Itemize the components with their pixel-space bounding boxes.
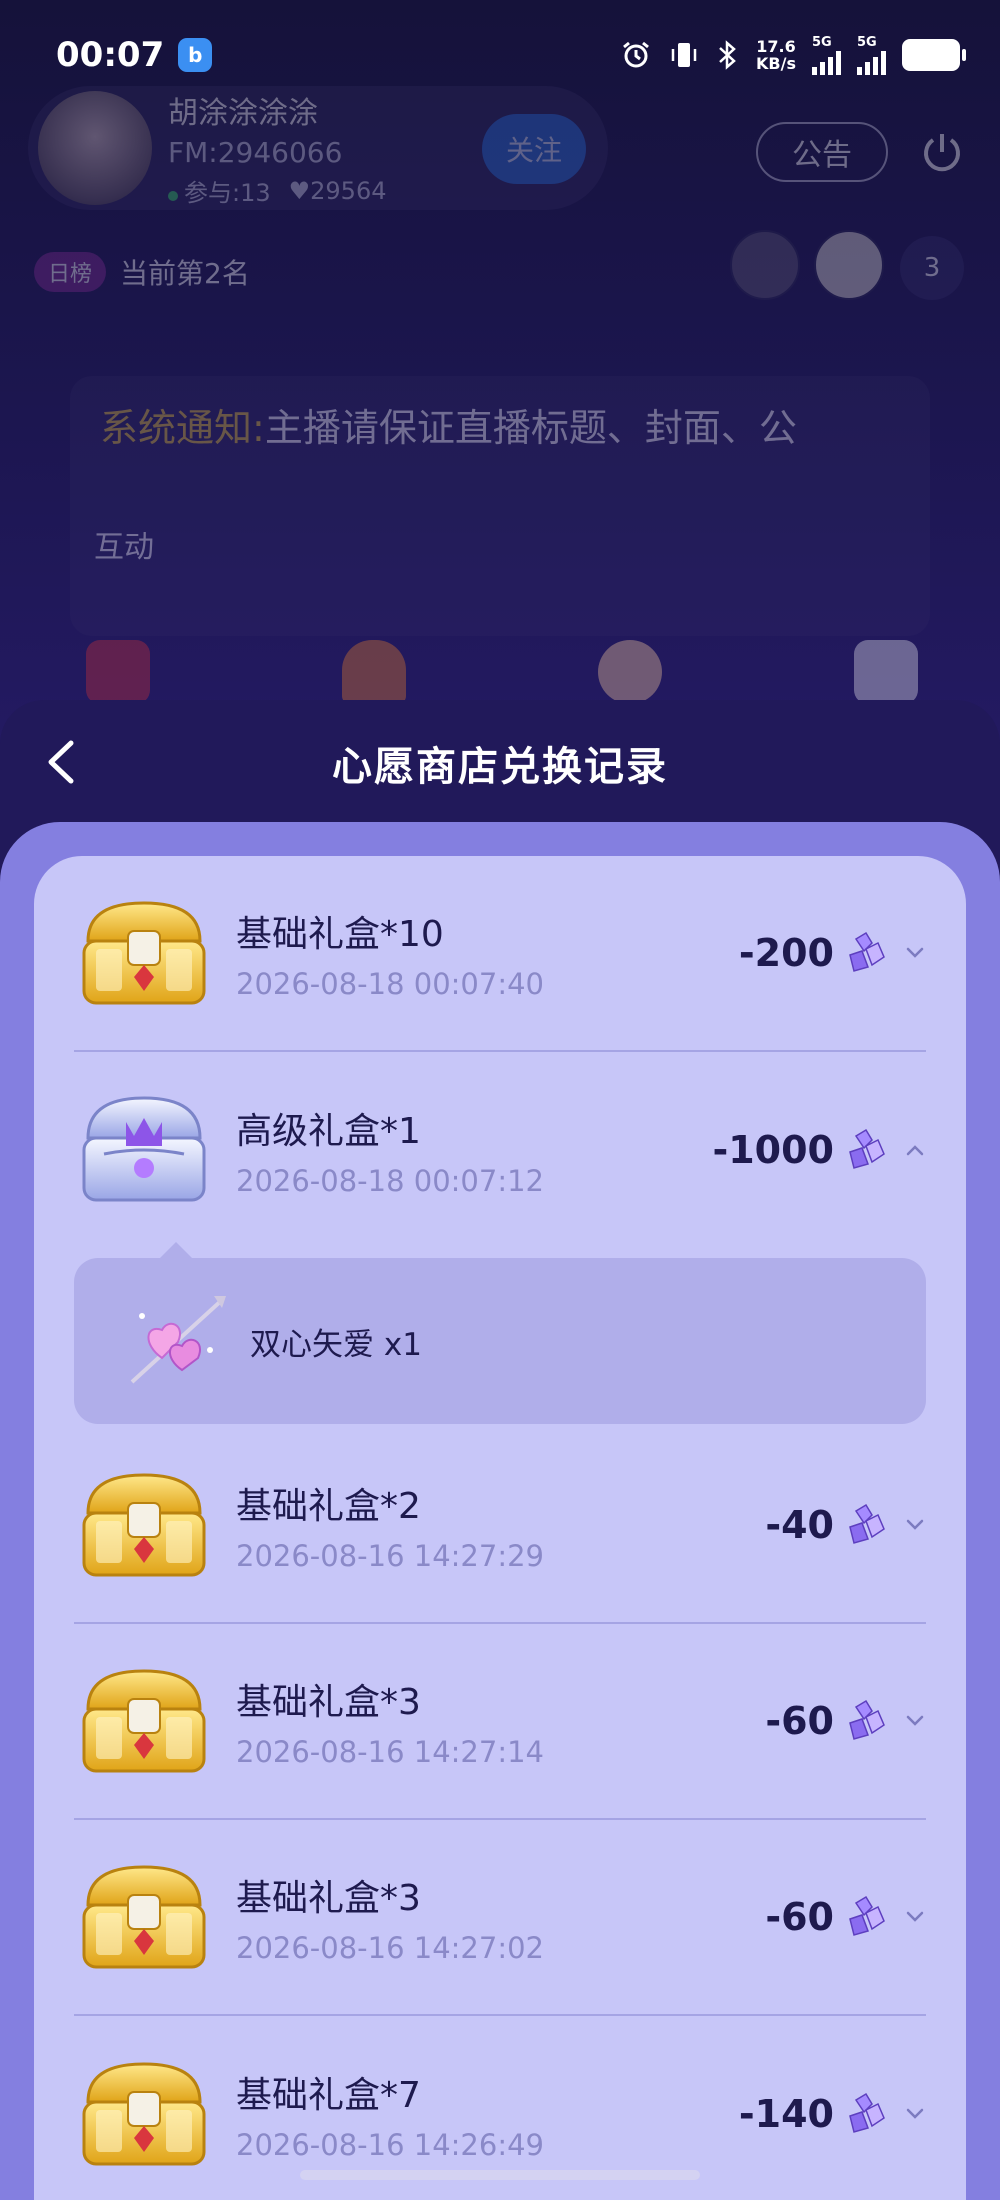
- quick-action-bar: [0, 640, 1000, 704]
- daily-rank[interactable]: 日榜 当前第2名: [34, 252, 250, 292]
- records-list[interactable]: 基础礼盒*10 2026-08-18 00:07:40 -200 高级礼盒*1 …: [34, 856, 966, 2200]
- battery-icon: [902, 39, 966, 71]
- record-row[interactable]: 基础礼盒*3 2026-08-16 14:27:02 -60: [74, 1820, 926, 2016]
- chevron-down-icon[interactable]: [904, 1710, 926, 1732]
- record-name: 高级礼盒*1: [236, 1111, 421, 1152]
- bluetooth-icon: [719, 40, 736, 70]
- host-avatar[interactable]: [38, 91, 152, 205]
- record-time: 2026-08-16 14:26:49: [236, 2128, 544, 2162]
- sheet-body: 基础礼盒*10 2026-08-18 00:07:40 -200 高级礼盒*1 …: [0, 822, 1000, 2200]
- sheet-header: 心愿商店兑换记录: [0, 700, 1000, 826]
- signal-icon: [812, 49, 841, 75]
- gift-name: 双心矢爱 x1: [250, 1326, 422, 1363]
- follow-button[interactable]: 关注: [482, 114, 586, 184]
- exchange-record-sheet: 心愿商店兑换记录 基础礼盒*10 2026-08-18 00:07:40 -20…: [0, 700, 1000, 2200]
- record-name: 基础礼盒*10: [236, 914, 444, 955]
- dice-icon[interactable]: [854, 640, 918, 704]
- record-time: 2026-08-16 14:27:14: [236, 1735, 544, 1769]
- record-name: 基础礼盒*7: [236, 2075, 421, 2116]
- system-notice: 系统通知:主播请保证直播标题、封面、公: [70, 376, 930, 636]
- signal-sim2: 5G: [857, 36, 886, 75]
- chevron-left-icon: [48, 740, 74, 784]
- record-row[interactable]: 基础礼盒*3 2026-08-16 14:27:14 -60: [74, 1624, 926, 1820]
- record-amount: -1000: [712, 1128, 834, 1172]
- gold-chest-icon: [82, 1669, 206, 1773]
- announcement-button[interactable]: 公告: [756, 122, 888, 182]
- crystal-icon: [849, 1699, 885, 1740]
- system-notice-label: 系统通知:: [100, 406, 265, 450]
- signal-sim1: 5G: [812, 36, 841, 75]
- record-time: 2026-08-16 14:27:02: [236, 1931, 544, 1965]
- audience-avatar[interactable]: [814, 230, 884, 300]
- chevron-down-icon[interactable]: [904, 1906, 926, 1928]
- audience-avatar[interactable]: [730, 230, 800, 300]
- chevron-down-icon[interactable]: [904, 942, 926, 964]
- rank-tag: 日榜: [34, 252, 107, 292]
- record-time: 2026-08-16 14:27:29: [236, 1539, 544, 1573]
- record-amount: -200: [738, 931, 834, 975]
- interact-label: 互动: [94, 530, 154, 565]
- alarm-icon: [623, 41, 649, 68]
- power-icon[interactable]: [918, 128, 966, 176]
- gold-chest-icon: [82, 2062, 206, 2166]
- record-row[interactable]: 基础礼盒*2 2026-08-16 14:27:29 -40: [74, 1428, 926, 1624]
- record-time: 2026-08-18 00:07:12: [236, 1164, 544, 1198]
- record-row[interactable]: 高级礼盒*1 2026-08-18 00:07:12 -1000: [74, 1052, 926, 1248]
- record-time: 2026-08-18 00:07:40: [236, 967, 544, 1001]
- record-amount: -60: [765, 1699, 834, 1743]
- system-notice-text: 主播请保证直播标题、封面、公: [264, 406, 797, 450]
- app-notification-icon: b: [178, 38, 213, 72]
- chevron-down-icon[interactable]: [904, 1514, 926, 1536]
- red-packet-icon[interactable]: [86, 640, 150, 704]
- gold-chest-icon: [82, 901, 206, 1005]
- home-indicator[interactable]: [300, 2170, 700, 2180]
- crystal-icon: [849, 1503, 885, 1544]
- viewer-count[interactable]: 3: [900, 236, 964, 300]
- sheet-title: 心愿商店兑换记录: [332, 744, 668, 790]
- siren-icon[interactable]: [342, 640, 406, 704]
- victory-hand-icon[interactable]: [598, 640, 662, 704]
- chevron-up-icon[interactable]: [904, 1139, 926, 1161]
- crystal-icon: [849, 1895, 885, 1936]
- audience-avatars[interactable]: [730, 230, 884, 300]
- crystal-icon: [849, 2092, 885, 2133]
- record-name: 基础礼盒*2: [236, 1486, 421, 1527]
- signal-icon: [857, 49, 886, 75]
- record-name: 基础礼盒*3: [236, 1682, 421, 1723]
- like-count: 29564: [310, 176, 387, 205]
- vibrate-icon: [671, 43, 697, 67]
- silver-chest-icon: [82, 1096, 206, 1202]
- record-name: 基础礼盒*3: [236, 1878, 421, 1919]
- online-dot: [168, 191, 178, 201]
- heart-arrow-gift-icon: [130, 1296, 226, 1384]
- rank-text: 当前第2名: [120, 257, 250, 290]
- back-button[interactable]: [30, 730, 90, 794]
- status-time: 00:07: [56, 35, 165, 75]
- chevron-down-icon[interactable]: [904, 2103, 926, 2125]
- record-amount: -40: [765, 1503, 834, 1547]
- network-speed: 17.6 KB/s: [756, 37, 796, 73]
- record-amount: -60: [765, 1895, 834, 1939]
- crystal-icon: [849, 931, 885, 972]
- record-detail-panel: 双心矢爱 x1: [74, 1242, 926, 1424]
- heart-icon: ♥: [288, 176, 311, 205]
- record-row[interactable]: 基础礼盒*10 2026-08-18 00:07:40 -200: [74, 856, 926, 1052]
- host-name: 胡涂涂涂涂: [168, 96, 318, 131]
- gold-chest-icon: [82, 1865, 206, 1969]
- gold-chest-icon: [82, 1473, 206, 1577]
- host-fm-id: FM:2946066: [168, 136, 343, 169]
- crystal-icon: [849, 1128, 885, 1169]
- participant-count: 参与:13: [184, 179, 271, 207]
- record-amount: -140: [738, 2092, 834, 2136]
